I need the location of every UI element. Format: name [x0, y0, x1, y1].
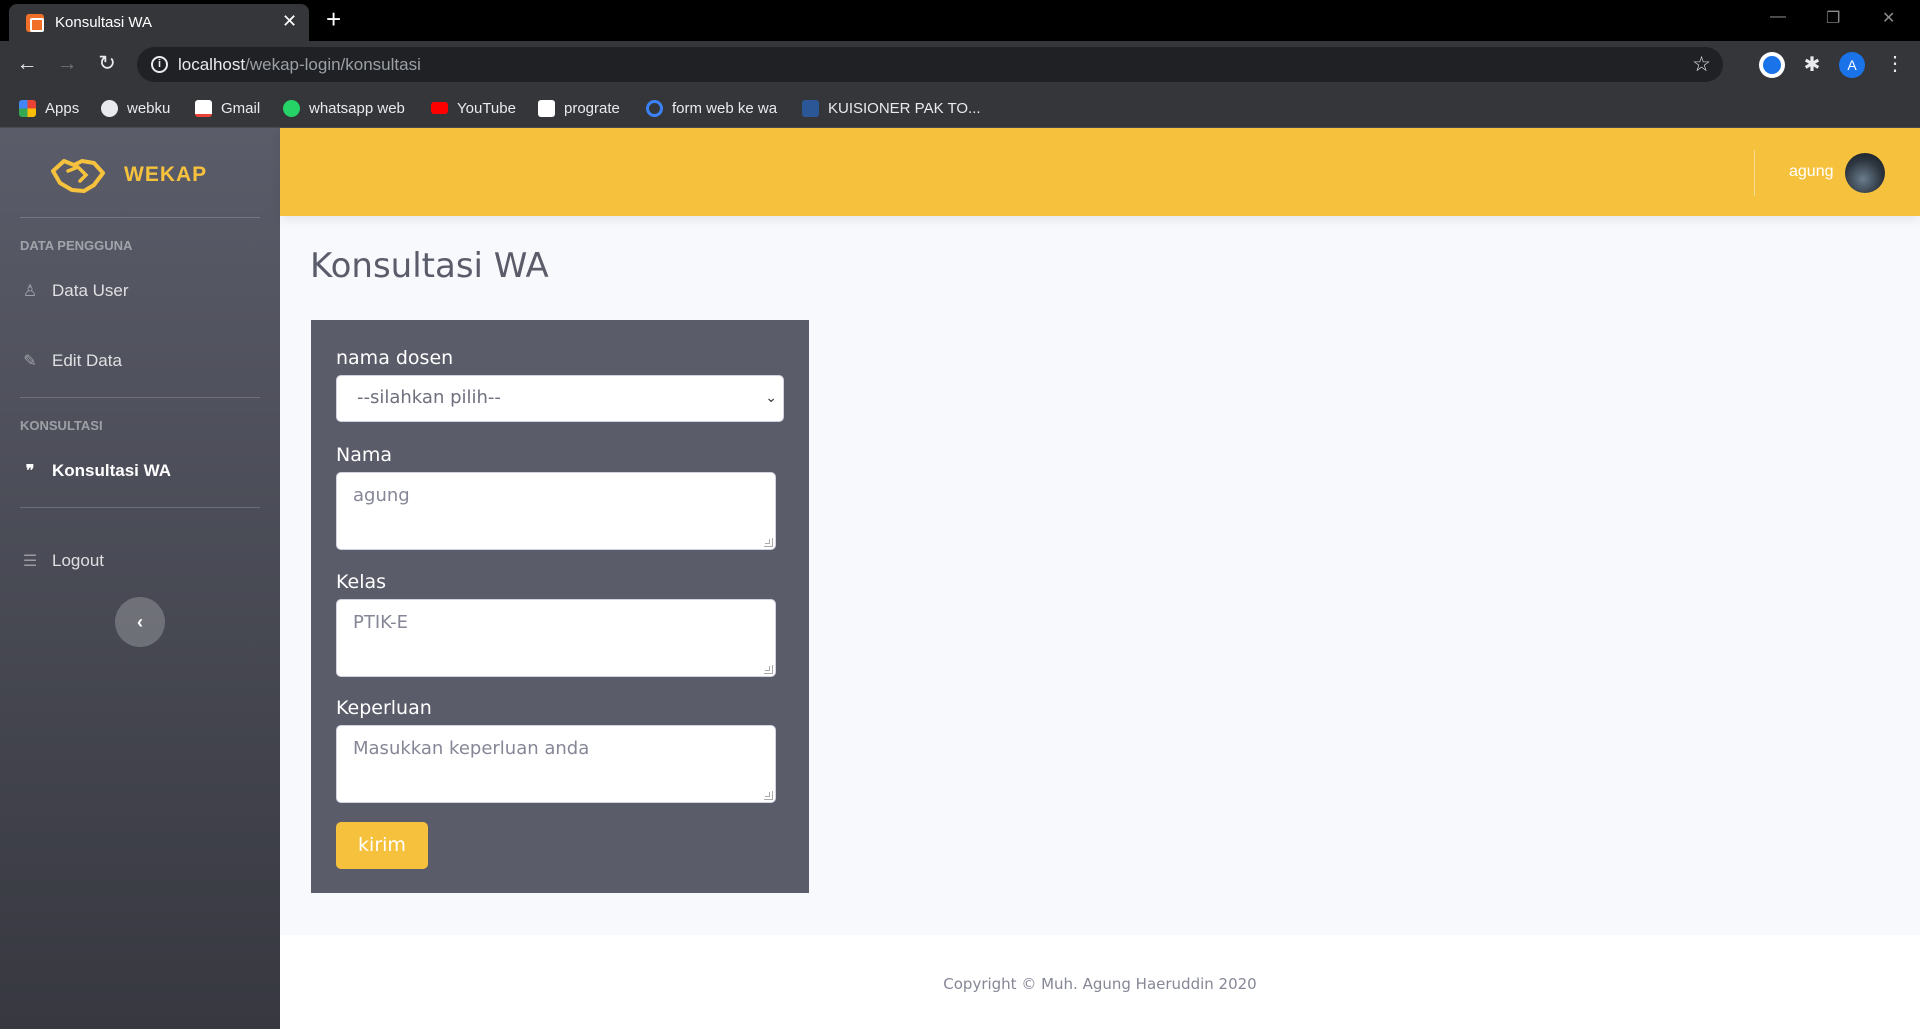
tab-title: Konsultasi WA — [55, 14, 152, 31]
brand-name: WEKAP — [124, 163, 208, 186]
profile-avatar[interactable]: A — [1839, 52, 1865, 78]
whatsapp-icon — [283, 99, 300, 117]
page-title: Konsultasi WA — [310, 246, 549, 286]
sidebar-toggle-button[interactable]: ‹ — [115, 597, 165, 647]
browser-tab[interactable]: Konsultasi WA ✕ — [9, 4, 309, 41]
sidebar-item-edit-data[interactable]: ✎ Edit Data — [20, 346, 260, 376]
dosen-select[interactable]: --silahkan pilih-- ⌄ — [336, 375, 784, 422]
dosen-selected-value: --silahkan pilih-- — [357, 387, 501, 408]
youtube-icon — [431, 102, 448, 114]
new-tab-button[interactable]: + — [326, 6, 341, 32]
bookmark-youtube[interactable]: YouTube — [431, 88, 516, 128]
user-edit-icon: ✎ — [23, 353, 37, 370]
url-host: localhost — [178, 55, 246, 74]
kelas-field[interactable]: PTIK-E — [336, 599, 776, 677]
sidebar-item-data-user[interactable]: ♙ Data User — [20, 276, 260, 306]
reload-icon[interactable]: ↻ — [92, 49, 122, 79]
globe-icon — [101, 99, 118, 117]
bookmark-label: webku — [127, 99, 171, 117]
close-window-icon[interactable]: ✕ — [1882, 8, 1895, 28]
document-icon — [802, 99, 819, 117]
footer: Copyright © Muh. Agung Haeruddin 2020 — [280, 935, 1920, 1029]
bookmark-label: Gmail — [221, 99, 261, 117]
user-icon: ♙ — [22, 283, 38, 300]
keperluan-field[interactable]: Masukkan keperluan anda — [336, 725, 776, 803]
keperluan-label: Keperluan — [336, 697, 432, 719]
bookmark-kuisioner[interactable]: KUISIONER PAK TO... — [802, 88, 981, 128]
user-avatar[interactable] — [1845, 153, 1885, 193]
resize-handle-icon[interactable] — [764, 791, 773, 800]
bookmark-label: whatsapp web — [309, 99, 405, 117]
bookmark-label: KUISIONER PAK TO... — [828, 99, 981, 117]
bookmark-apps[interactable]: Apps — [19, 88, 79, 128]
sidebar-divider — [20, 507, 260, 508]
handshake-icon — [50, 157, 106, 193]
kelas-value: PTIK-E — [353, 612, 408, 633]
browser-menu-icon[interactable]: ⋮ — [1885, 51, 1905, 76]
konsultasi-form: nama dosen --silahkan pilih-- ⌄ Nama agu… — [311, 320, 809, 893]
sidebar-item-label: Konsultasi WA — [52, 461, 172, 480]
forward-arrow-icon[interactable]: → — [52, 49, 82, 79]
browser-toolbar: ← → ↻ i localhost/wekap-login/konsultasi… — [0, 41, 1920, 88]
minimize-window-icon[interactable]: — — [1770, 8, 1786, 26]
kirim-button[interactable]: kirim — [336, 822, 428, 869]
bookmark-star-icon[interactable]: ☆ — [1692, 52, 1711, 77]
bookmark-webku[interactable]: webku — [101, 88, 170, 128]
sidebar-heading-konsultasi: KONSULTASI — [20, 418, 103, 433]
site-info-icon[interactable]: i — [151, 56, 168, 73]
sidebar-item-konsultasi-wa[interactable]: ❞ Konsultasi WA — [20, 456, 260, 486]
sidebar-item-label: Logout — [52, 551, 104, 570]
nama-label: Nama — [336, 444, 393, 466]
kelas-label: Kelas — [336, 571, 387, 593]
comments-icon: ❞ — [25, 463, 35, 480]
sidebar-divider — [20, 397, 260, 398]
bookmark-label: Apps — [45, 99, 80, 117]
sidebar-item-label: Edit Data — [52, 351, 122, 370]
brand-link[interactable]: WEKAP — [50, 150, 207, 200]
prograte-icon — [538, 99, 555, 117]
bookmarks-bar: Apps webku Gmail whatsapp web YouTube pr… — [0, 88, 1920, 128]
bookmark-form-web-ke-wa[interactable]: form web ke wa — [646, 88, 777, 128]
bookmark-label: prograte — [564, 99, 620, 117]
user-name[interactable]: agung — [1789, 163, 1834, 181]
url-path: /wekap-login/konsultasi — [245, 55, 421, 74]
bookmark-label: form web ke wa — [672, 99, 778, 117]
copyright-text: Copyright © Muh. Agung Haeruddin 2020 — [943, 975, 1257, 993]
apps-grid-icon — [19, 99, 36, 117]
bookmark-prograte[interactable]: prograte — [538, 88, 620, 128]
form-icon — [646, 99, 663, 117]
keperluan-placeholder: Masukkan keperluan anda — [353, 738, 590, 759]
logout-icon: ☰ — [22, 553, 38, 570]
sidebar-item-label: Data User — [52, 281, 129, 300]
xampp-favicon-icon — [26, 14, 44, 32]
topbar: agung — [280, 128, 1920, 216]
dosen-label: nama dosen — [336, 347, 454, 369]
sidebar: WEKAP DATA PENGGUNA ♙ Data User ✎ Edit D… — [0, 128, 280, 1029]
nama-value: agung — [353, 485, 410, 506]
chevron-down-icon: ⌄ — [765, 390, 777, 406]
gmail-icon — [195, 99, 212, 117]
resize-handle-icon[interactable] — [764, 538, 773, 547]
close-tab-icon[interactable]: ✕ — [282, 11, 297, 32]
sidebar-item-logout[interactable]: ☰ Logout — [20, 546, 260, 576]
restore-window-icon[interactable]: ❐ — [1826, 8, 1840, 28]
address-bar[interactable]: i localhost/wekap-login/konsultasi ☆ — [137, 47, 1723, 82]
bookmark-whatsapp-web[interactable]: whatsapp web — [283, 88, 405, 128]
bookmark-gmail[interactable]: Gmail — [195, 88, 260, 128]
translate-extension-icon[interactable] — [1759, 52, 1785, 78]
extensions-puzzle-icon[interactable]: ✱ — [1799, 52, 1825, 78]
bookmark-label: YouTube — [457, 99, 516, 117]
sidebar-divider — [20, 217, 260, 218]
topbar-divider — [1754, 150, 1755, 196]
browser-tab-strip: Konsultasi WA ✕ + — ❐ ✕ — [0, 0, 1920, 41]
sidebar-heading-users: DATA PENGGUNA — [20, 238, 133, 253]
resize-handle-icon[interactable] — [764, 665, 773, 674]
nama-field[interactable]: agung — [336, 472, 776, 550]
url-text: localhost/wekap-login/konsultasi — [178, 55, 421, 75]
back-arrow-icon[interactable]: ← — [12, 49, 42, 79]
